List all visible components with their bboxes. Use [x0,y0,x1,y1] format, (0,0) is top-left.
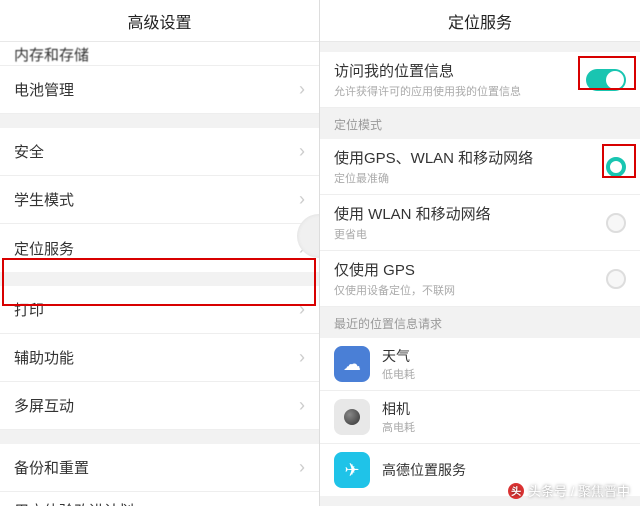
label: 用户体验改进计划 [14,500,305,506]
left-title: 高级设置 [127,9,191,33]
app-name: 高德位置服务 [382,460,626,480]
gap [0,272,319,286]
section-recent: 最近的位置信息请求 [320,307,640,338]
gap [0,430,319,444]
left-header: 高级设置 [0,0,319,42]
watermark: 头 头条号 / 聚焦晋中 [508,481,630,500]
app-sub: 低电耗 [382,366,626,382]
radio-selected-icon[interactable] [606,157,626,177]
radio-icon[interactable] [606,213,626,233]
access-sub: 允许获得许可的应用使用我的位置信息 [334,83,586,99]
app-name: 相机 [382,399,626,419]
app-row-camera[interactable]: 相机 高电耗 [320,391,640,444]
section-mode: 定位模式 [320,108,640,139]
radio-icon[interactable] [606,269,626,289]
settings-pane: 高级设置 内存和存储 电池管理 › 安全 › 学生模式 › 定位服务 › [0,0,320,506]
row-print[interactable]: 打印 › [0,286,319,334]
app-sub: 高电耗 [382,419,626,435]
right-header: 定位服务 [320,0,640,42]
label: 多屏互动 [14,395,299,416]
row-location[interactable]: 定位服务 › [0,224,319,272]
location-pane: 定位服务 访问我的位置信息 允许获得许可的应用使用我的位置信息 定位模式 使用G… [320,0,640,506]
camera-icon [334,399,370,435]
row-storage-partial[interactable]: 内存和存储 [0,42,319,66]
left-content: 内存和存储 电池管理 › 安全 › 学生模式 › 定位服务 › 打印 › [0,42,319,506]
app-row-weather[interactable]: ☁ 天气 低电耗 [320,338,640,391]
label: 电池管理 [14,79,299,100]
row-student[interactable]: 学生模式 › [0,176,319,224]
row-access-location[interactable]: 访问我的位置信息 允许获得许可的应用使用我的位置信息 [320,52,640,108]
mode-title: 使用 WLAN 和移动网络 [334,203,606,224]
right-content: 访问我的位置信息 允许获得许可的应用使用我的位置信息 定位模式 使用GPS、WL… [320,42,640,506]
label: 打印 [14,299,299,320]
mode-title: 仅使用 GPS [334,259,606,280]
row-accessibility[interactable]: 辅助功能 › [0,334,319,382]
access-title: 访问我的位置信息 [334,60,586,81]
amap-icon: ✈ [334,452,370,488]
mode-title: 使用GPS、WLAN 和移动网络 [334,147,606,168]
label: 学生模式 [14,189,299,210]
chevron-icon: › [299,299,305,320]
row-backup[interactable]: 备份和重置 › [0,444,319,492]
app-name: 天气 [382,346,626,366]
label: 定位服务 [14,238,299,259]
mode-sub: 更省电 [334,226,606,242]
row-mode-wlan[interactable]: 使用 WLAN 和移动网络 更省电 [320,195,640,251]
toutiao-logo-icon: 头 [508,483,524,499]
chevron-icon: › [299,395,305,416]
row-multiscreen[interactable]: 多屏互动 › [0,382,319,430]
gap [320,42,640,52]
weather-icon: ☁ [334,346,370,382]
chevron-icon: › [299,347,305,368]
right-title: 定位服务 [448,9,512,33]
watermark-text: 头条号 / 聚焦晋中 [528,481,630,500]
chevron-icon: › [299,79,305,100]
toggle-access[interactable] [586,69,626,91]
row-mode-gps-only[interactable]: 仅使用 GPS 仅使用设备定位，不联网 [320,251,640,307]
mode-sub: 定位最准确 [334,170,606,186]
row-battery[interactable]: 电池管理 › [0,66,319,114]
chevron-icon: › [299,457,305,478]
chevron-icon: › [299,189,305,210]
chevron-icon: › [299,141,305,162]
label: 内存和存储 [14,44,89,65]
gap [0,114,319,128]
label: 安全 [14,141,299,162]
label: 辅助功能 [14,347,299,368]
label: 备份和重置 [14,457,299,478]
row-ux[interactable]: 用户体验改进计划 [0,492,319,506]
mode-sub: 仅使用设备定位，不联网 [334,282,606,298]
row-security[interactable]: 安全 › [0,128,319,176]
row-mode-gps-wlan[interactable]: 使用GPS、WLAN 和移动网络 定位最准确 [320,139,640,195]
